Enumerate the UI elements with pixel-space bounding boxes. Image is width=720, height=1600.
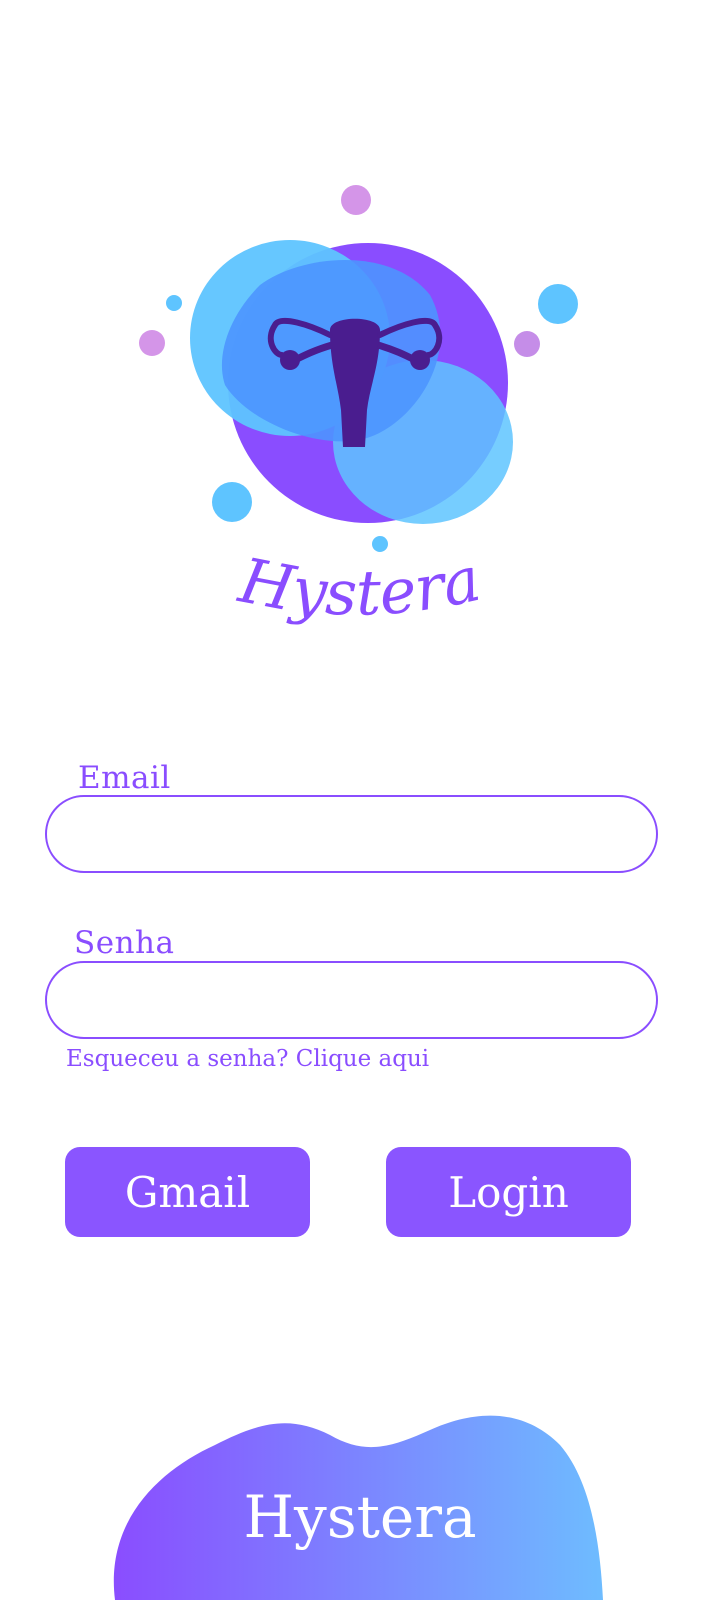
login-button[interactable]: Login <box>386 1147 631 1237</box>
decor-dot <box>212 482 252 522</box>
password-field[interactable] <box>45 961 658 1039</box>
decor-dot <box>166 295 182 311</box>
email-label: Email <box>78 760 171 796</box>
password-label: Senha <box>74 925 175 961</box>
app-logo: Hystera <box>130 175 590 655</box>
forgot-password-link[interactable]: Esqueceu a senha? Clique aqui <box>66 1046 429 1072</box>
logo-text: Hystera <box>233 542 487 630</box>
decor-dot <box>514 331 540 357</box>
hystera-logo-graphic: Hystera <box>139 185 578 630</box>
gmail-button[interactable]: Gmail <box>65 1147 310 1237</box>
decor-dot <box>538 284 578 324</box>
footer-title: Hystera <box>243 1483 477 1551</box>
email-field[interactable] <box>45 795 658 873</box>
decor-dot <box>372 536 388 552</box>
decor-dot <box>139 330 165 356</box>
decor-dot <box>341 185 371 215</box>
